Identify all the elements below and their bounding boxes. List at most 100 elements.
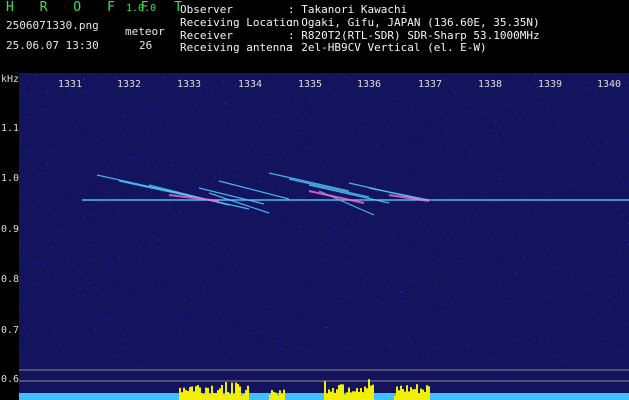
meteor-echo (218, 180, 290, 200)
info-observer-value: : Takanori Kawachi (288, 3, 408, 16)
meter-bar (410, 387, 412, 400)
meter-bar (340, 384, 342, 400)
x-tick-label: 1332 (117, 79, 142, 90)
meter-bar (203, 394, 205, 400)
meter-bar (281, 393, 283, 400)
x-tick-label: 1340 (597, 79, 622, 90)
meteor-echo (96, 174, 170, 192)
hrofft-display: H R O F F T 1.0.0 2506071330.png meteor … (0, 0, 629, 400)
meteor-echo (288, 178, 370, 198)
meter-bar (237, 383, 239, 400)
meter-bar (195, 386, 197, 400)
meter-bar (277, 395, 279, 400)
meter-bar (352, 391, 354, 400)
meter-bar (424, 391, 426, 400)
app-version: 1.0.0 (126, 3, 157, 14)
meter-bar (402, 389, 404, 400)
y-axis-unit: kHz (1, 74, 20, 85)
meter-bar (207, 387, 209, 400)
meteor-echo (268, 172, 350, 192)
meter-bar (227, 392, 229, 400)
meter-bar (245, 390, 247, 400)
meter-bar (420, 388, 422, 400)
meter-bar (412, 389, 414, 400)
meteor-echo-head (308, 190, 365, 204)
meter-bar (426, 385, 428, 400)
meter-bar (356, 388, 358, 400)
y-tick-label: 0.8 (1, 274, 20, 285)
meter-bar (372, 384, 374, 400)
file-name: 2506071330.png (6, 19, 99, 32)
meter-bar (336, 389, 338, 400)
meter-bar (330, 391, 332, 400)
meter-bar (418, 393, 420, 400)
spectrogram-canvas (19, 73, 629, 400)
meter-bar (338, 385, 340, 400)
meter-bar (328, 389, 330, 400)
meter-bar (422, 389, 424, 400)
meter-bar (342, 384, 344, 400)
x-tick-label: 1334 (238, 79, 263, 90)
meter-bar (205, 387, 207, 400)
y-tick-label: 1.0 (1, 173, 20, 184)
meter-bar (344, 394, 346, 400)
meter-bar (326, 393, 328, 400)
y-tick-label: 0.9 (1, 224, 20, 235)
meter-bar (201, 393, 203, 400)
meter-bar (209, 394, 211, 400)
meteor-label: meteor (125, 25, 165, 38)
info-location-value: : Ogaki, Gifu, JAPAN (136.60E, 35.35N) (288, 16, 540, 29)
x-tick-label: 1331 (58, 79, 83, 90)
meter-bar (271, 390, 273, 400)
capture-datetime: 25.06.07 13:30 (6, 39, 99, 52)
noise-layer (19, 73, 629, 369)
meter-bar (219, 388, 221, 400)
meter-bar (366, 388, 368, 400)
meter-bar (187, 391, 189, 400)
meter-bar (404, 391, 406, 400)
y-tick-label: 0.6 (1, 374, 20, 385)
app-brand: H R O F F T (6, 0, 192, 15)
meter-bar (324, 381, 326, 400)
meter-bar (273, 392, 275, 400)
meter-bar (241, 395, 243, 400)
meter-bar (334, 392, 336, 400)
meter-bar (233, 394, 235, 400)
x-tick-label: 1335 (298, 79, 323, 90)
meter-bar (225, 382, 227, 400)
meter-bar (332, 388, 334, 400)
meter-bar (191, 386, 193, 400)
meter-bar (181, 392, 183, 400)
meter-bar (243, 394, 245, 400)
meter-bar (185, 390, 187, 400)
meter-bar (197, 385, 199, 400)
meter-bar (183, 387, 185, 400)
x-tick-label: 1337 (418, 79, 443, 90)
meter-bar (358, 391, 360, 400)
meter-bar (239, 386, 241, 400)
meter-bar (275, 392, 277, 400)
meter-bar (414, 389, 416, 400)
meter-bar (394, 395, 396, 400)
info-antenna-key: Receiving antenna (180, 41, 293, 54)
info-antenna-value: : 2el-HB9CV Vertical (el. E-W) (288, 41, 487, 54)
meter-bar (406, 385, 408, 400)
meter-bar (179, 387, 181, 400)
meter-bar (346, 392, 348, 400)
meter-bar (247, 385, 249, 400)
meter-bar (354, 391, 356, 400)
meter-bar (199, 387, 201, 400)
meter-bar (408, 391, 410, 400)
info-location-key: Receiving Location (180, 16, 300, 29)
meter-bar (348, 387, 350, 400)
y-tick-label: 0.7 (1, 325, 20, 336)
meter-bar (400, 385, 402, 400)
x-tick-label: 1338 (478, 79, 503, 90)
meter-bar (211, 385, 213, 400)
meter-bar (229, 394, 231, 400)
meter-bar (217, 390, 219, 400)
meter-bar (215, 393, 217, 400)
meter-bar (368, 379, 370, 400)
meter-bar (360, 388, 362, 400)
x-tick-label: 1333 (177, 79, 202, 90)
